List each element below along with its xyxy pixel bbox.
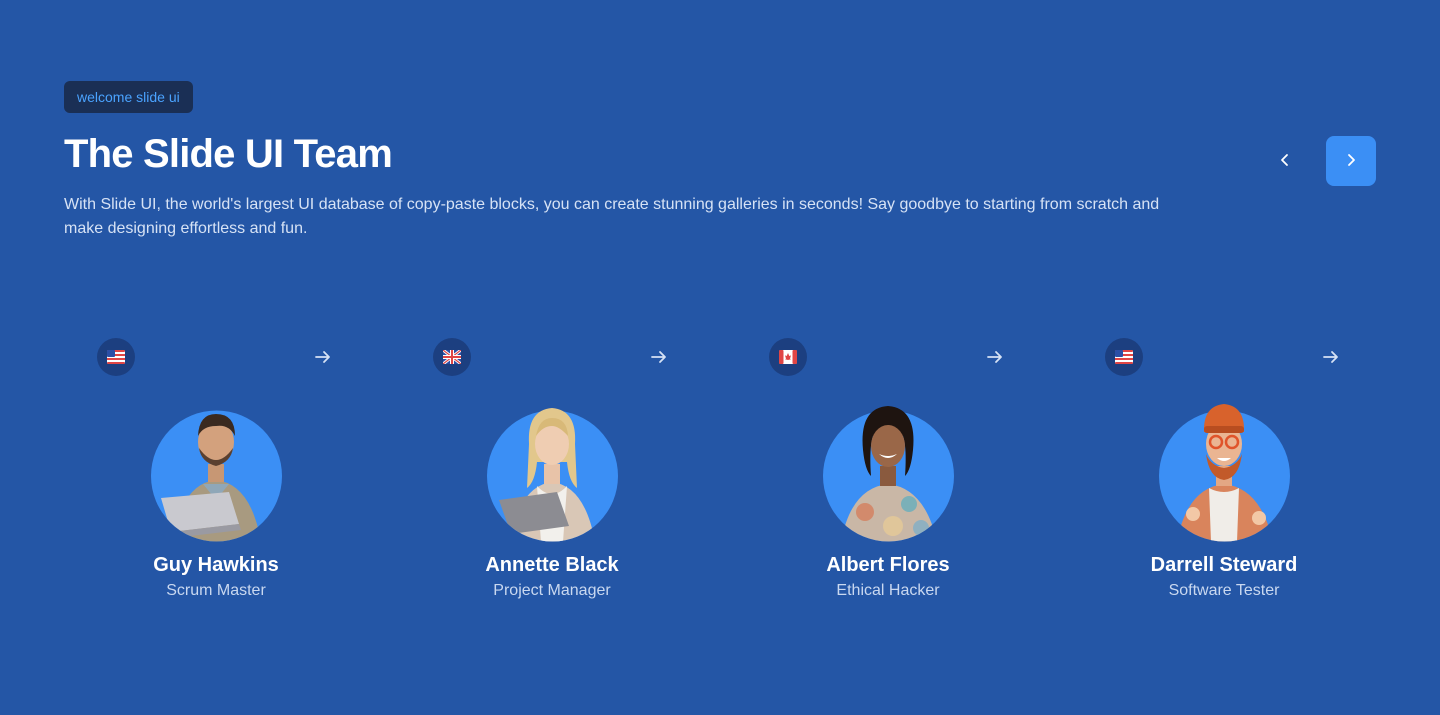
member-role: Software Tester (1168, 582, 1280, 599)
team-carousel: Guy Hawkins Scrum Master Annette Black P… (64, 336, 1376, 616)
member-name: Albert Flores (826, 554, 950, 576)
arrow-right-icon[interactable] (1319, 345, 1343, 369)
avatar (151, 392, 282, 542)
welcome-badge: welcome slide ui (64, 81, 193, 113)
ca-flag-icon (769, 338, 807, 376)
chevron-right-icon (1343, 152, 1359, 171)
team-section: welcome slide ui The Slide UI Team With … (0, 0, 1440, 715)
team-card[interactable]: Guy Hawkins Scrum Master (64, 336, 368, 616)
member-role: Project Manager (493, 582, 611, 599)
arrow-right-icon[interactable] (311, 345, 335, 369)
arrow-right-icon[interactable] (983, 345, 1007, 369)
arrow-right-icon[interactable] (647, 345, 671, 369)
chevron-left-icon (1277, 152, 1293, 171)
member-role: Ethical Hacker (836, 582, 940, 599)
avatar (823, 392, 954, 542)
team-card[interactable]: Annette Black Project Manager (400, 336, 704, 616)
us-flag-icon (1105, 338, 1143, 376)
team-card[interactable]: Darrell Steward Software Tester (1072, 336, 1376, 616)
team-card[interactable]: Albert Flores Ethical Hacker (736, 336, 1040, 616)
next-slide-button[interactable] (1326, 136, 1376, 186)
uk-flag-icon (433, 338, 471, 376)
previous-slide-button[interactable] (1260, 136, 1310, 186)
page-description: With Slide UI, the world's largest UI da… (64, 196, 1160, 237)
avatar (487, 392, 618, 542)
member-name: Guy Hawkins (153, 554, 279, 576)
page-title: The Slide UI Team (64, 132, 393, 176)
member-name: Darrell Steward (1150, 554, 1298, 576)
member-name: Annette Black (485, 554, 619, 576)
us-flag-icon (97, 338, 135, 376)
member-role: Scrum Master (166, 582, 266, 599)
avatar (1159, 392, 1290, 542)
